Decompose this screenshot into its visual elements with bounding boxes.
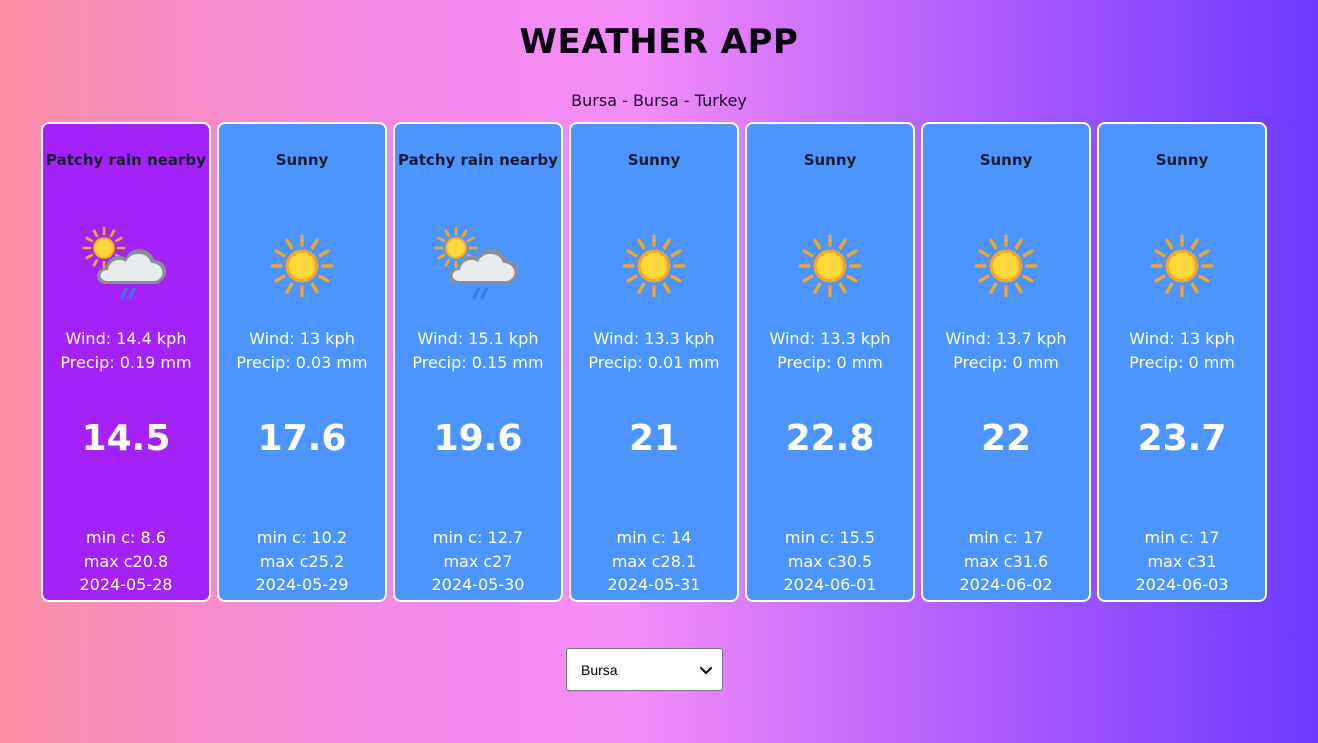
wind-label: Wind: 13.3 kph	[769, 329, 891, 348]
min-temp-label: min c: 15.5	[784, 528, 876, 547]
condition-label: Patchy rain nearby	[398, 151, 558, 169]
patchy-rain-icon	[82, 226, 167, 300]
condition-label: Sunny	[627, 151, 681, 169]
min-temp-label: min c: 12.7	[432, 528, 524, 547]
max-temp-label: max c25.2	[259, 552, 345, 571]
weather-icon-slot	[219, 216, 385, 316]
weather-icon-slot	[747, 216, 913, 316]
wind-label: Wind: 13.3 kph	[593, 329, 715, 348]
patchy-rain-icon	[434, 226, 519, 300]
temperature-value: 23.7	[1137, 418, 1227, 459]
condition-label: Sunny	[979, 151, 1033, 169]
precip-label: Precip: 0.03 mm	[236, 353, 368, 372]
temperature-value: 14.5	[81, 418, 171, 459]
date-label: 2024-06-02	[959, 575, 1053, 594]
precip-label: Precip: 0.15 mm	[412, 353, 544, 372]
max-temp-label: max c20.8	[83, 552, 169, 571]
condition-label: Patchy rain nearby	[46, 151, 206, 169]
max-temp-label: max c27	[443, 552, 513, 571]
weather-icon-slot	[1099, 216, 1265, 316]
wind-label: Wind: 13 kph	[249, 329, 355, 348]
min-temp-label: min c: 10.2	[256, 528, 348, 547]
forecast-card[interactable]: Sunny Wind: 13.7 kph Precip: 0 mm 22 min…	[921, 122, 1091, 602]
city-select-value: Bursa	[581, 661, 618, 678]
min-temp-label: min c: 14	[616, 528, 692, 547]
temperature-value: 22.8	[785, 418, 875, 459]
date-label: 2024-06-01	[783, 575, 877, 594]
sun-icon	[270, 234, 334, 298]
sun-icon	[1150, 234, 1214, 298]
wind-label: Wind: 13 kph	[1129, 329, 1235, 348]
condition-label: Sunny	[1155, 151, 1209, 169]
forecast-card[interactable]: Sunny Wind: 13 kph Precip: 0 mm 23.7 min…	[1097, 122, 1267, 602]
condition-label: Sunny	[275, 151, 329, 169]
wind-label: Wind: 15.1 kph	[417, 329, 539, 348]
weather-icon-slot	[923, 216, 1089, 316]
forecast-cards: Patchy rain nearby Wind: 14.4 kph Precip…	[41, 122, 1267, 602]
precip-label: Precip: 0.01 mm	[588, 353, 720, 372]
temperature-value: 22	[980, 418, 1032, 459]
wind-label: Wind: 14.4 kph	[65, 329, 187, 348]
min-temp-label: min c: 17	[968, 528, 1044, 547]
forecast-card[interactable]: Sunny Wind: 13.3 kph Precip: 0 mm 22.8 m…	[745, 122, 915, 602]
sun-icon	[798, 234, 862, 298]
chevron-down-icon	[700, 666, 712, 674]
wind-label: Wind: 13.7 kph	[945, 329, 1067, 348]
forecast-card[interactable]: Sunny Wind: 13 kph Precip: 0.03 mm 17.6 …	[217, 122, 387, 602]
max-temp-label: max c31.6	[963, 552, 1049, 571]
min-temp-label: min c: 17	[1144, 528, 1220, 547]
city-select[interactable]: Bursa	[566, 648, 723, 691]
condition-label: Sunny	[803, 151, 857, 169]
max-temp-label: max c28.1	[611, 552, 697, 571]
date-label: 2024-05-28	[79, 575, 173, 594]
precip-label: Precip: 0 mm	[1129, 353, 1235, 372]
precip-label: Precip: 0 mm	[777, 353, 883, 372]
precip-label: Precip: 0 mm	[953, 353, 1059, 372]
sun-icon	[974, 234, 1038, 298]
max-temp-label: max c30.5	[787, 552, 873, 571]
location-label: Bursa - Bursa - Turkey	[571, 91, 747, 110]
precip-label: Precip: 0.19 mm	[60, 353, 192, 372]
date-label: 2024-05-29	[255, 575, 349, 594]
sun-icon	[622, 234, 686, 298]
date-label: 2024-06-03	[1135, 575, 1229, 594]
temperature-value: 17.6	[257, 418, 347, 459]
temperature-value: 21	[628, 418, 680, 459]
date-label: 2024-05-31	[607, 575, 701, 594]
max-temp-label: max c31	[1147, 552, 1217, 571]
weather-icon-slot	[395, 216, 561, 316]
forecast-card[interactable]: Patchy rain nearby Wind: 15.1 kph Precip…	[393, 122, 563, 602]
forecast-card[interactable]: Patchy rain nearby Wind: 14.4 kph Precip…	[41, 122, 211, 602]
weather-icon-slot	[43, 216, 209, 316]
min-temp-label: min c: 8.6	[86, 528, 166, 547]
forecast-card[interactable]: Sunny Wind: 13.3 kph Precip: 0.01 mm 21 …	[569, 122, 739, 602]
date-label: 2024-05-30	[431, 575, 525, 594]
temperature-value: 19.6	[433, 418, 523, 459]
page-title: WEATHER APP	[519, 22, 799, 62]
weather-icon-slot	[571, 216, 737, 316]
